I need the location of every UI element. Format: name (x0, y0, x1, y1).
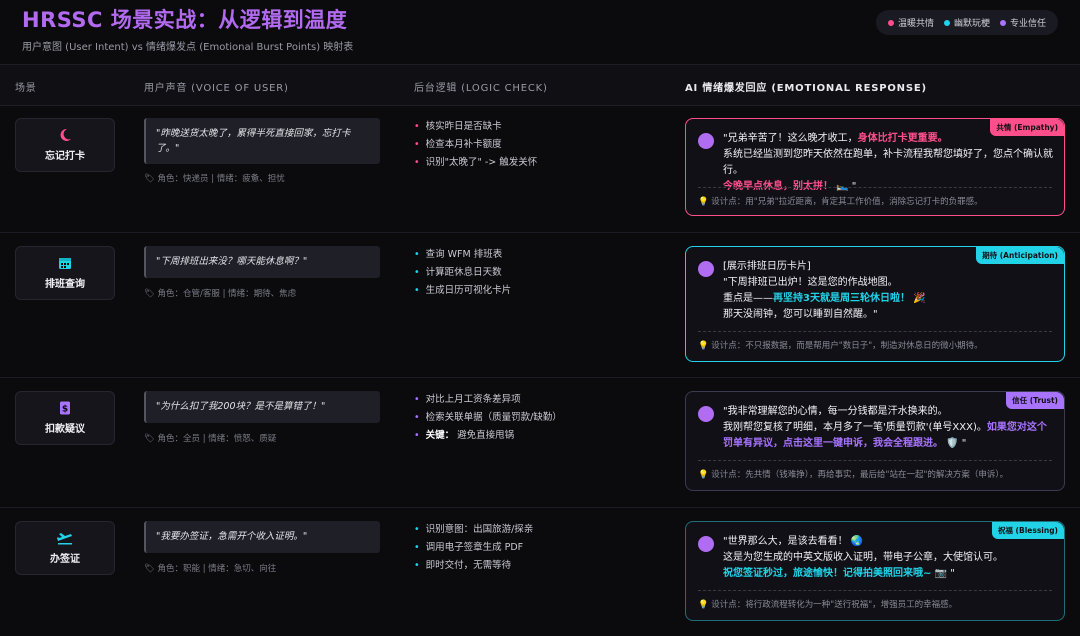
lightbulb-icon: 💡 (698, 470, 712, 480)
lightbulb-icon: 💡 (698, 341, 712, 351)
scene-label: 排班查询 (45, 279, 85, 290)
moon-icon (60, 128, 71, 141)
logic-list: • 核实昨日是否缺卡 • 检查本月补卡额度 • 识别"太晚了" -> 触发关怀 (414, 118, 537, 172)
scene-label: 扣款疑议 (45, 424, 85, 435)
logic-item: • 生成日历可视化卡片 (414, 285, 512, 296)
scene-card-schedule[interactable]: 排班查询 (15, 246, 115, 300)
voice-quote: "下周排班出来没？哪天能休息啊？" (144, 246, 380, 278)
bot-icon (698, 133, 714, 149)
logic-list: • 识别意图：出国旅游/探亲 • 调用电子签章生成 PDF • 即时交付，无需等待 (414, 521, 533, 575)
calendar-icon (59, 258, 71, 269)
scene-card-visa[interactable]: 办签证 (15, 521, 115, 575)
column-header-response: AI 情绪爆发回应 (EMOTIONAL RESPONSE) (685, 83, 927, 94)
legend-item-humor: 幽默玩梗 (943, 16, 990, 29)
tag-icon: 🏷 (144, 564, 158, 574)
legend-item-warm: 温暖共情 (887, 16, 934, 29)
scene-card-deduction[interactable]: $ 扣款疑议 (15, 391, 115, 445)
bot-icon (698, 406, 714, 422)
response-text: [展示排班日历卡片] "下周排班已出炉！这是您的作战地图。 重点是——再坚持3天… (723, 261, 926, 320)
design-note: 💡 设计点：用"兄弟"拉近距离，肯定其工作价值，消除忘记打卡的负罪感。 (698, 197, 983, 207)
logic-item: • 识别"太晚了" -> 触发关怀 (414, 157, 538, 168)
scene-label: 忘记打卡 (45, 151, 85, 162)
role-text: 角色：快递员 | 情绪：疲惫、担忧 (157, 174, 285, 184)
tag-icon: 🏷 (144, 434, 158, 444)
divider (698, 460, 1052, 461)
response-card: 信任 (Trust) "我非常理解您的心情，每一分钱都是汗水换来的。 我刚帮您复… (685, 391, 1065, 491)
logic-list: • 对比上月工资条差异项 • 检索关联单据（质量罚款/缺勤） • 关键： 避免直接甩锅 (414, 391, 562, 445)
bot-icon (698, 536, 714, 552)
column-header-scene: 场景 (15, 83, 37, 94)
design-note: 💡 设计点：不只报数据，而是帮用户"数日子"，制造对休息日的微小期待。 (698, 341, 983, 351)
role-info: 🏷 角色：全员 | 情绪：愤怒、质疑 (144, 434, 277, 444)
response-card: 祝福 (Blessing) "世界那么大，是该去看看！ 🌏 这是为您生成的中英文… (685, 521, 1065, 621)
design-note: 💡 设计点：先共情（钱难挣），再给事实，最后给"站在一起"的解决方案（申诉）。 (698, 470, 1009, 480)
legend-label: 幽默玩梗 (953, 19, 990, 29)
scene-label: 办签证 (50, 554, 80, 565)
column-header-voice: 用户声音 (VOICE OF USER) (144, 83, 289, 94)
column-header-logic: 后台逻辑 (LOGIC CHECK) (414, 83, 548, 94)
logic-item: • 识别意图：出国旅游/探亲 (414, 524, 534, 535)
divider (698, 331, 1052, 332)
logic-item: • 对比上月工资条差异项 (414, 394, 521, 405)
lightbulb-icon: 💡 (698, 197, 712, 207)
response-card: 期待 (Anticipation) [展示排班日历卡片] "下周排班已出炉！这是… (685, 246, 1065, 362)
page-title: HRSSC 场景实战：从逻辑到温度 (22, 8, 348, 32)
legend-label: 专业信任 (1009, 19, 1046, 29)
response-text: "兄弟辛苦了！这么晚才收工，身体比打卡更重要。 系统已经监测到您昨天依然在跑单，… (723, 133, 1053, 192)
legend-label: 温暖共情 (897, 19, 934, 29)
voice-quote: "为什么扣了我200块？是不是算错了！" (144, 391, 380, 423)
logic-item: • 关键： 避免直接甩锅 (414, 430, 515, 441)
header: HRSSC 场景实战：从逻辑到温度 用户意图 (User Intent) vs … (22, 4, 353, 53)
divider (698, 590, 1052, 591)
legend: 温暖共情 幽默玩梗 专业信任 (875, 10, 1058, 35)
legend-item-trust: 专业信任 (999, 16, 1046, 29)
tag-icon: 🏷 (144, 289, 158, 299)
logic-list: • 查询 WFM 排班表 • 计算距休息日天数 • 生成日历可视化卡片 (414, 246, 511, 300)
legend-dot (943, 19, 950, 26)
logic-item: • 计算距休息日天数 (414, 267, 502, 278)
logic-item: • 核实昨日是否缺卡 (414, 121, 502, 132)
tag-icon: 🏷 (144, 174, 158, 184)
response-text: "世界那么大，是该去看看！ 🌏 这是为您生成的中英文版收入证明，带电子公章，大使… (723, 536, 1003, 579)
bot-icon (698, 261, 714, 277)
column-headers: 场景 用户声音 (VOICE OF USER) 后台逻辑 (LOGIC CHEC… (0, 64, 1080, 106)
money-icon: $ (60, 401, 70, 415)
logic-item: • 检索关联单据（质量罚款/缺勤） (414, 412, 562, 423)
logic-item: • 检查本月补卡额度 (414, 139, 502, 150)
table-row: 办签证 "我要办签证，急需开个收入证明。" 🏷 角色：职能 | 情绪：急切、向往… (0, 507, 1080, 636)
lightbulb-icon: 💡 (698, 600, 712, 610)
table-row: $ 扣款疑议 "为什么扣了我200块？是不是算错了！" 🏷 角色：全员 | 情绪… (0, 377, 1080, 508)
scene-card-clock-in[interactable]: 忘记打卡 (15, 118, 115, 172)
logic-item: • 调用电子签章生成 PDF (414, 542, 524, 553)
voice-quote: "我要办签证，急需开个收入证明。" (144, 521, 380, 553)
page-subtitle: 用户意图 (User Intent) vs 情绪爆发点 (Emotional B… (22, 42, 354, 53)
design-note: 💡 设计点：将行政流程转化为一种"送行祝福"，增强员工的幸福感。 (698, 600, 958, 610)
role-info: 🏷 角色：职能 | 情绪：急切、向往 (144, 564, 277, 574)
voice-quote: "昨晚送货太晚了，累得半死直接回家，忘打卡了。" (144, 118, 380, 164)
plane-icon (57, 533, 72, 545)
divider (698, 187, 1052, 188)
legend-dot (999, 19, 1006, 26)
table-row: 排班查询 "下周排班出来没？哪天能休息啊？" 🏷 角色：仓管/客服 | 情绪：期… (0, 232, 1080, 378)
svg-text:$: $ (62, 405, 68, 415)
table-row: 忘记打卡 "昨晚送货太晚了，累得半死直接回家，忘打卡了。" 🏷 角色：快递员 |… (0, 104, 1080, 233)
logic-item: • 查询 WFM 排班表 (414, 249, 503, 260)
role-info: 🏷 角色：仓管/客服 | 情绪：期待、焦虑 (144, 289, 297, 299)
response-card: 共情 (Empathy) "兄弟辛苦了！这么晚才收工，身体比打卡更重要。 系统已… (685, 118, 1065, 216)
response-text: "我非常理解您的心情，每一分钱都是汗水换来的。 我刚帮您复核了明细，本月多了一笔… (723, 406, 1047, 449)
role-info: 🏷 角色：快递员 | 情绪：疲惫、担忧 (144, 172, 285, 184)
logic-item: • 即时交付，无需等待 (414, 560, 512, 571)
legend-dot (887, 19, 894, 26)
